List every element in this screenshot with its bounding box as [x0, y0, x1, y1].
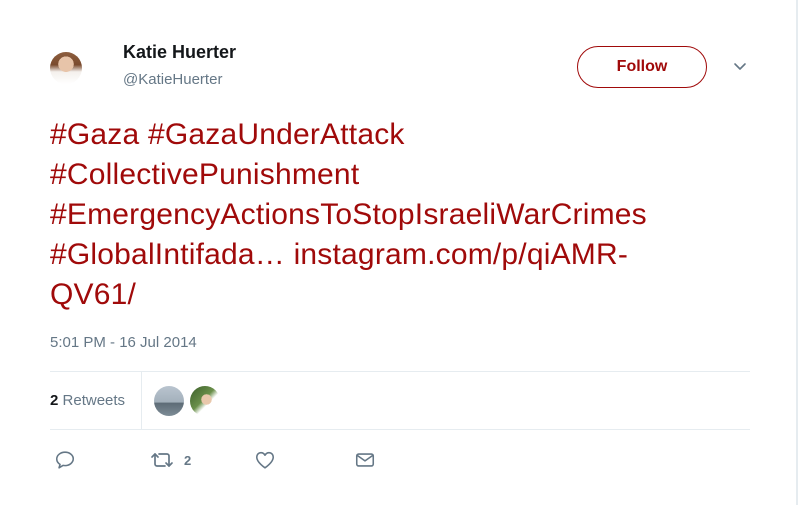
like-icon [255, 451, 275, 469]
url-link[interactable]: instagram.com/p/qiAMR- [294, 238, 629, 271]
tweet-stats: 2 Retweets [50, 372, 750, 429]
retweeter-avatar[interactable] [154, 385, 185, 416]
tweet-text-line: #GlobalIntifada… instagram.com/p/qiAMR- [50, 235, 750, 275]
retweet-stat[interactable]: 2 Retweets [50, 392, 141, 409]
reply-icon [55, 451, 75, 469]
direct-message-icon [355, 453, 375, 467]
tweet-text: #Gaza #GazaUnderAttack #CollectivePunish… [50, 115, 750, 315]
author-handle[interactable]: @KatieHuerter [123, 71, 222, 88]
reply-button[interactable] [54, 448, 76, 472]
retweet-icon [151, 453, 173, 467]
chevron-down-icon[interactable] [733, 62, 747, 72]
hashtag-link[interactable]: #Gaza [50, 118, 139, 151]
tweet-text-line: #CollectivePunishment [50, 155, 750, 195]
direct-message-button[interactable] [354, 448, 376, 472]
retweeter-avatar[interactable] [190, 385, 221, 416]
retweet-count: 2 [50, 392, 59, 409]
divider [50, 429, 750, 430]
tweet-timestamp[interactable]: 5:01 PM - 16 Jul 2014 [50, 334, 197, 351]
tweet-text-line: #Gaza #GazaUnderAttack [50, 115, 750, 155]
tweet-text-line: QV61/ [50, 275, 750, 315]
author-avatar[interactable] [50, 52, 82, 84]
tweet-text-line: #EmergencyActionsToStopIsraeliWarCrimes [50, 195, 750, 235]
stat-separator [141, 372, 143, 429]
retweet-action-count: 2 [184, 452, 192, 468]
hashtag-link[interactable]: #CollectivePunishment [50, 158, 359, 191]
hashtag-link[interactable]: #GazaUnderAttack [148, 118, 405, 151]
hashtag-link[interactable]: #EmergencyActionsToStopIsraeliWarCrimes [50, 198, 647, 231]
author-name[interactable]: Katie Huerter [123, 42, 236, 63]
like-button[interactable] [254, 448, 276, 472]
retweet-button[interactable]: 2 [150, 448, 191, 472]
hashtag-link[interactable]: #GlobalIntifada… [50, 238, 285, 271]
follow-button[interactable]: Follow [577, 46, 707, 88]
tweet-card: Katie Huerter @KatieHuerter Follow #Gaza… [0, 0, 798, 505]
tweet-actions: 2 [50, 448, 470, 472]
retweet-label: Retweets [62, 392, 126, 409]
url-link-continued[interactable]: QV61/ [50, 278, 136, 311]
